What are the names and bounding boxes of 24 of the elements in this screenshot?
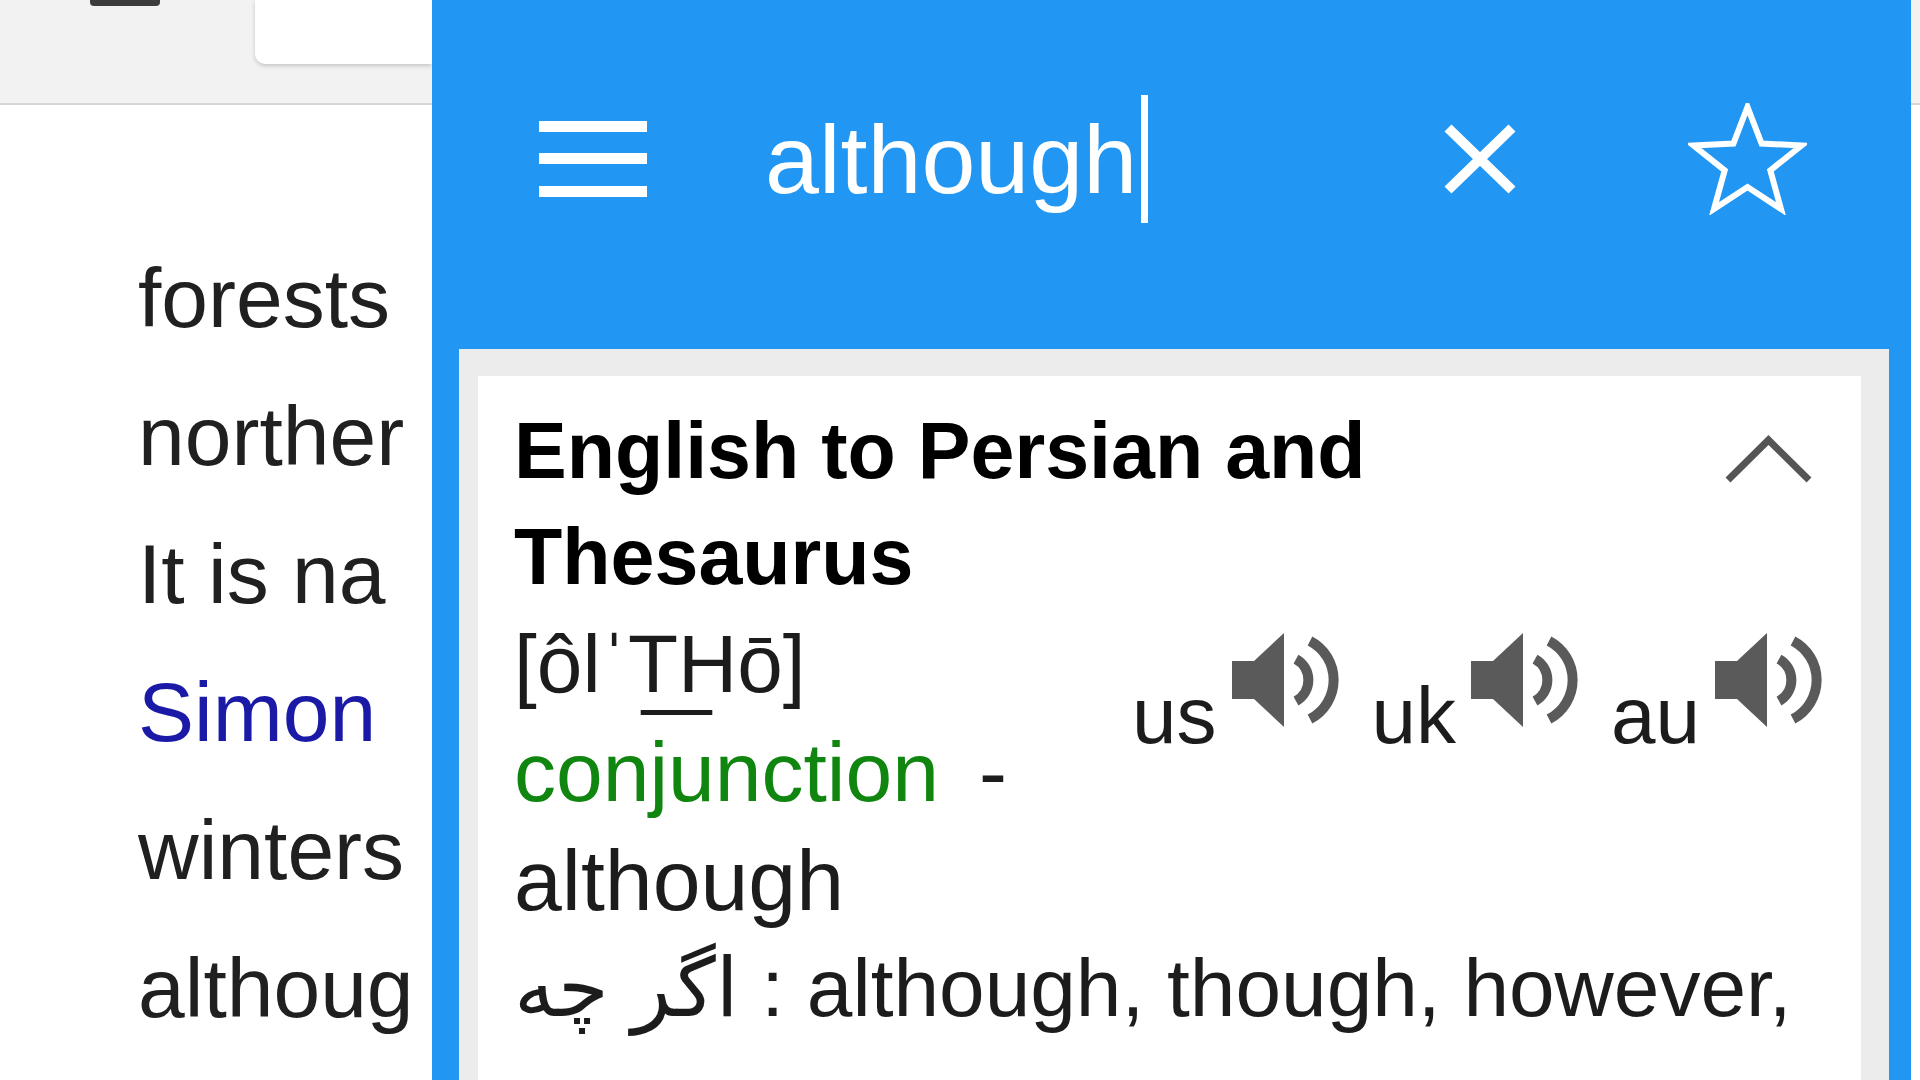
- input-field[interactable]: [255, 0, 432, 64]
- pronunciation-text: [ôlˈT͟Hō]: [514, 610, 806, 718]
- speaker-icon[interactable]: [1231, 631, 1342, 729]
- text-line: forests: [138, 250, 391, 347]
- accent-label: au: [1611, 676, 1700, 756]
- speaker-icon[interactable]: [1471, 631, 1581, 729]
- text-line: althoug: [138, 940, 414, 1037]
- text-line: norther: [138, 388, 405, 485]
- menu-icon[interactable]: [539, 121, 647, 197]
- accent-label: us: [1132, 676, 1217, 756]
- link[interactable]: Simon: [138, 643, 377, 781]
- dash-text: -: [978, 724, 1007, 821]
- text-line: It is na: [138, 526, 386, 623]
- speaker-icon[interactable]: [1715, 631, 1825, 729]
- translation-text: اگر چه : although, though, however,: [514, 934, 1792, 1042]
- result-title: English to Persian and Thesaurus: [514, 405, 1367, 603]
- text-line: winters: [138, 802, 405, 899]
- toolbar-icon[interactable]: [90, 0, 160, 6]
- close-icon[interactable]: [1443, 124, 1517, 194]
- chevron-up-icon[interactable]: [1724, 435, 1813, 484]
- accent-label: uk: [1371, 676, 1456, 756]
- star-icon[interactable]: [1688, 103, 1807, 215]
- part-of-speech: conjunction: [514, 724, 939, 821]
- headword-text: although: [514, 831, 844, 930]
